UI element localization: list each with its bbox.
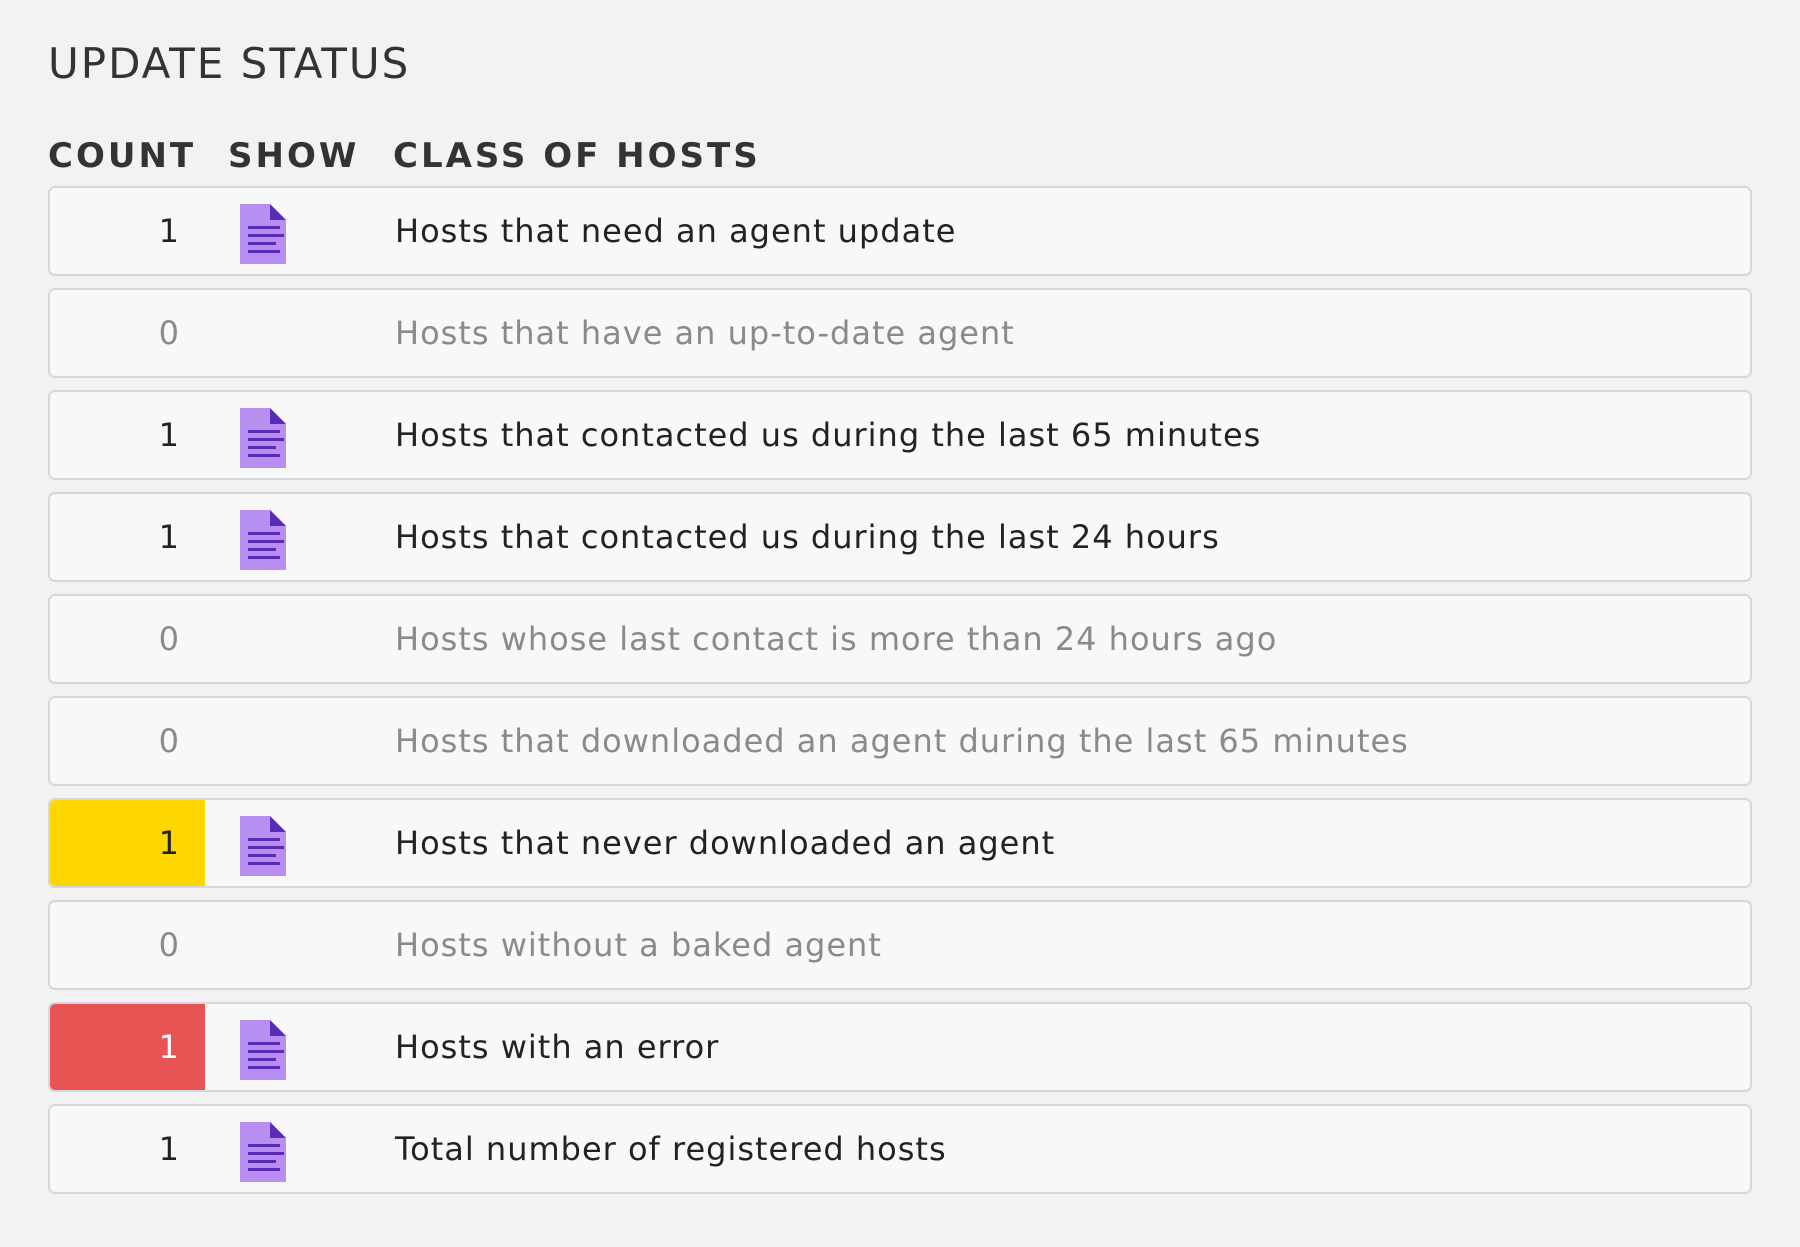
document-icon[interactable]: [240, 204, 286, 264]
host-class-label: Hosts without a baked agent: [395, 926, 882, 964]
count-cell: 1: [158, 416, 179, 454]
table-row: 1 Hosts with an error: [48, 1002, 1752, 1092]
show-cell[interactable]: [240, 1020, 288, 1080]
column-header-count: COUNT: [48, 136, 197, 176]
document-icon[interactable]: [240, 1020, 286, 1080]
count-cell: 1: [50, 800, 205, 886]
table-header: COUNT SHOW CLASS OF HOSTS: [48, 96, 1752, 186]
show-cell: [240, 918, 288, 978]
table-row: 1 Hosts that contacted us during the las…: [48, 390, 1752, 480]
update-status-page: UPDATE STATUS COUNT SHOW CLASS OF HOSTS …: [48, 36, 1752, 1206]
host-class-label: Hosts that have an up-to-date agent: [395, 314, 1015, 352]
show-cell: [240, 612, 288, 672]
show-cell[interactable]: [240, 510, 288, 570]
document-icon[interactable]: [240, 510, 286, 570]
count-cell: 1: [158, 518, 179, 556]
host-class-label: Hosts that need an agent update: [395, 212, 957, 250]
count-cell: 0: [158, 722, 179, 760]
show-cell[interactable]: [240, 816, 288, 876]
document-icon[interactable]: [240, 1122, 286, 1182]
host-class-label: Total number of registered hosts: [395, 1130, 947, 1168]
show-cell[interactable]: [240, 408, 288, 468]
host-class-label: Hosts that contacted us during the last …: [395, 416, 1262, 454]
host-class-label: Hosts that contacted us during the last …: [395, 518, 1220, 556]
show-cell[interactable]: [240, 204, 288, 264]
count-cell: 1: [50, 1004, 205, 1090]
table-row: 0 Hosts whose last contact is more than …: [48, 594, 1752, 684]
table-row: 1 Hosts that never downloaded an agent: [48, 798, 1752, 888]
status-table: 1 Hosts that need an agent update 0 Host…: [48, 186, 1752, 1194]
show-cell: [240, 306, 288, 366]
host-class-label: Hosts whose last contact is more than 24…: [395, 620, 1278, 658]
count-cell: 0: [158, 620, 179, 658]
table-row: 1 Total number of registered hosts: [48, 1104, 1752, 1194]
table-row: 0 Hosts without a baked agent: [48, 900, 1752, 990]
count-cell: 1: [158, 1130, 179, 1168]
column-header-show: SHOW: [228, 136, 360, 176]
column-header-class: CLASS OF HOSTS: [393, 136, 761, 176]
show-cell: [240, 714, 288, 774]
table-row: 1 Hosts that need an agent update: [48, 186, 1752, 276]
host-class-label: Hosts that downloaded an agent during th…: [395, 722, 1409, 760]
table-row: 0 Hosts that downloaded an agent during …: [48, 696, 1752, 786]
page-title: UPDATE STATUS: [48, 39, 411, 88]
document-icon[interactable]: [240, 408, 286, 468]
show-cell[interactable]: [240, 1122, 288, 1182]
host-class-label: Hosts that never downloaded an agent: [395, 824, 1056, 862]
table-row: 1 Hosts that contacted us during the las…: [48, 492, 1752, 582]
table-row: 0 Hosts that have an up-to-date agent: [48, 288, 1752, 378]
host-class-label: Hosts with an error: [395, 1028, 720, 1066]
count-cell: 1: [158, 212, 179, 250]
count-cell: 0: [158, 926, 179, 964]
document-icon[interactable]: [240, 816, 286, 876]
count-cell: 0: [158, 314, 179, 352]
